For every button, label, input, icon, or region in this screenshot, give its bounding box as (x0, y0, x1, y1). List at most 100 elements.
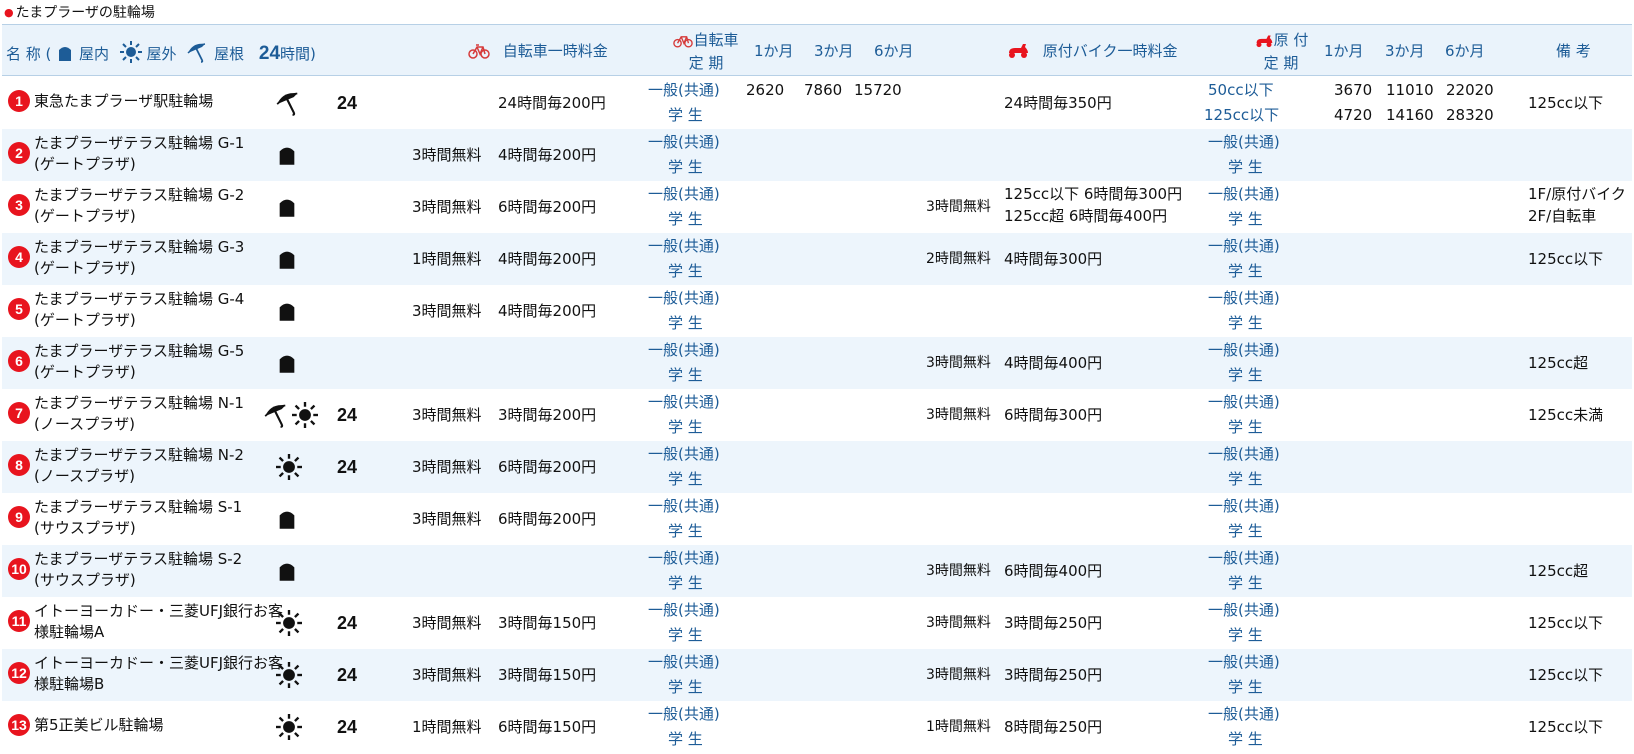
remarks: 125cc以下 (1528, 718, 1604, 736)
parking-name-line2: (ゲートプラザ) (34, 259, 136, 277)
header-name: 名 称 ( 屋内 屋外 屋根 24時間) (6, 41, 316, 68)
sun-icon (276, 454, 302, 480)
bicycle-pass-student: 学 生 (668, 730, 703, 748)
bicycle-pass-general: 一般(共通) (648, 341, 720, 359)
bicycle-rate: 6時間毎150円 (498, 718, 597, 736)
remarks: 125cc超 (1528, 354, 1589, 372)
bicycle-free-time: 3時間無料 (412, 510, 482, 528)
moped-pass-student: 学 生 (1228, 314, 1263, 332)
moped-pass-student: 学 生 (1228, 678, 1263, 696)
parking-name: たまプラーザテラス駐輪場 N-2 (ノースプラザ) (34, 445, 244, 487)
moped-pass-student: 学 生 (1228, 522, 1263, 540)
table-row: 4 たまプラーザテラス駐輪場 G-3 (ゲートプラザ) 1時間無料 4時間毎200円 一般… (2, 233, 1632, 285)
table-row: 11 イトーヨーカドー・三菱UFJ銀行お客 様駐輪場A 24 3時間無料 3時間毎150円… (2, 597, 1632, 649)
table-row: 8 たまプラーザテラス駐輪場 N-2 (ノースプラザ) 24 3時間無料 6時間毎200円… (2, 441, 1632, 493)
parking-name-line2: (サウスプラザ) (34, 519, 136, 537)
bicycle-pass-general: 一般(共通) (648, 81, 720, 99)
bicycle-free-time: 3時間無料 (412, 198, 482, 216)
remarks: 125cc以下 (1528, 250, 1604, 268)
bicycle-rate: 3時間毎150円 (498, 614, 597, 632)
row-number-badge: 6 (8, 350, 30, 372)
parking-name: たまプラーザテラス駐輪場 G-5 (ゲートプラザ) (34, 341, 244, 383)
moped-pass-general: 一般(共通) (1208, 497, 1280, 515)
umbrella-icon (264, 402, 290, 428)
parking-name: 第5正美ビル駐輪場 (34, 716, 164, 734)
table-row: 12 イトーヨーカドー・三菱UFJ銀行お客 様駐輪場B 24 3時間無料 3時間毎150円… (2, 649, 1632, 701)
header-indoor-label: 屋内 (78, 45, 109, 63)
indoor-icon (276, 352, 298, 374)
bicycle-free-time: 3時間無料 (412, 614, 482, 632)
moped-free-time: 3時間無料 (926, 355, 991, 371)
header-moped-6m: 6か月 (1445, 42, 1485, 60)
remarks: 125cc以下 (1528, 614, 1604, 632)
facility-icons (276, 453, 302, 481)
moped-pass-student: 学 生 (1228, 626, 1263, 644)
header-24-label: 24 (258, 43, 281, 64)
facility-icons (276, 89, 302, 117)
moped-pass-student: 学 生 (1228, 574, 1263, 592)
open-24h: 24 (337, 613, 358, 633)
sun-icon (276, 714, 302, 740)
moped-rate: 4時間毎400円 (1004, 354, 1103, 372)
header-moped-temp: 原付バイク一時料金 (1006, 41, 1177, 64)
bicycle-pass-general: 一般(共通) (648, 445, 720, 463)
open-24h: 24 (337, 457, 358, 477)
indoor-icon (276, 508, 298, 530)
bicycle-pass-student: 学 生 (668, 158, 703, 176)
header-moped-temp-label: 原付バイク一時料金 (1042, 42, 1178, 60)
page-title-text: たまプラーザの駐輪場 (15, 5, 155, 21)
header-bicycle-temp: 自転車一時料金 (468, 41, 608, 64)
parking-name: たまプラーザテラス駐輪場 G-4 (ゲートプラザ) (34, 289, 244, 331)
moped-rate: 8時間毎250円 (1004, 718, 1103, 736)
parking-name: イトーヨーカドー・三菱UFJ銀行お客 様駐輪場A (34, 601, 283, 643)
table-row: 9 たまプラーザテラス駐輪場 S-1 (サウスプラザ) 3時間無料 6時間毎200円 一般… (2, 493, 1632, 545)
parking-name-line1: イトーヨーカドー・三菱UFJ銀行お客 (34, 602, 284, 620)
bicycle-rate: 6時間毎200円 (498, 198, 597, 216)
remarks: 1F/原付バイク 2F/自転車 (1528, 183, 1626, 227)
row-number-badge: 4 (8, 246, 30, 268)
parking-name-line1: たまプラーザテラス駐輪場 N-2 (34, 446, 244, 464)
header-bicycle-3m: 3か月 (814, 42, 854, 60)
moped-rate: 6時間毎300円 (1004, 406, 1103, 424)
bicycle-1m-price: 2620 (746, 81, 785, 99)
moped-pass-student: 学 生 (1228, 262, 1263, 280)
header-bicycle-pass-line2: 定 期 (688, 54, 724, 72)
bullet-icon: ● (4, 6, 14, 19)
parking-name: たまプラーザテラス駐輪場 N-1 (ノースプラザ) (34, 393, 244, 435)
parking-name: たまプラーザテラス駐輪場 S-1 (サウスプラザ) (34, 497, 242, 539)
remarks-line1: 1F/原付バイク (1528, 185, 1626, 203)
parking-name: 東急たまプラーザ駅駐輪場 (34, 92, 214, 110)
moped-pass-general: 一般(共通) (1208, 549, 1280, 567)
parking-name-line1: たまプラーザテラス駐輪場 S-1 (34, 498, 243, 516)
moped-1m-price-a: 3670 (1334, 81, 1373, 99)
umbrella-icon (276, 90, 302, 116)
bicycle-free-time: 3時間無料 (412, 666, 482, 684)
facility-icons (276, 713, 302, 741)
header-bicycle-pass-line1: 自転車 (693, 31, 739, 49)
bicycle-pass-student: 学 生 (668, 574, 703, 592)
moped-free-time: 3時間無料 (926, 407, 991, 423)
bicycle-rate: 4時間毎200円 (498, 250, 597, 268)
facility-icons (276, 141, 298, 169)
table-row: 10 たまプラーザテラス駐輪場 S-2 (サウスプラザ) 一般(共通) 学 生 3時間無料… (2, 545, 1632, 597)
bicycle-pass-general: 一般(共通) (648, 549, 720, 567)
moped-rate: 4時間毎300円 (1004, 250, 1103, 268)
header-moped-3m: 3か月 (1385, 42, 1425, 60)
moped-pass-general: 一般(共通) (1208, 601, 1280, 619)
bicycle-pass-student: 学 生 (668, 262, 703, 280)
header-moped-pass-line2: 定 期 (1263, 54, 1299, 72)
sun-icon (276, 662, 302, 688)
moped-rate: 24時間毎350円 (1004, 94, 1112, 112)
moped-pass-student: 学 生 (1228, 730, 1263, 748)
header-remarks: 備 考 (1556, 42, 1591, 60)
facility-icons (276, 349, 298, 377)
moped-pass-general: 一般(共通) (1208, 289, 1280, 307)
header-moped-1m: 1か月 (1324, 42, 1364, 60)
table-row: 13 第5正美ビル駐輪場 24 1時間無料 6時間毎150円 一般(共通) 学 生 1時間無料… (2, 701, 1632, 753)
moped-free-time: 3時間無料 (926, 563, 991, 579)
bicycle-6m-price: 15720 (854, 81, 902, 99)
moped-pass-general: 一般(共通) (1208, 445, 1280, 463)
table-body: 1 東急たまプラーザ駅駐輪場 24 24時間毎200円 一般(共通) 学 生 2620 786… (2, 77, 1632, 753)
open-24h: 24 (337, 93, 358, 113)
bicycle-pass-general: 一般(共通) (648, 237, 720, 255)
